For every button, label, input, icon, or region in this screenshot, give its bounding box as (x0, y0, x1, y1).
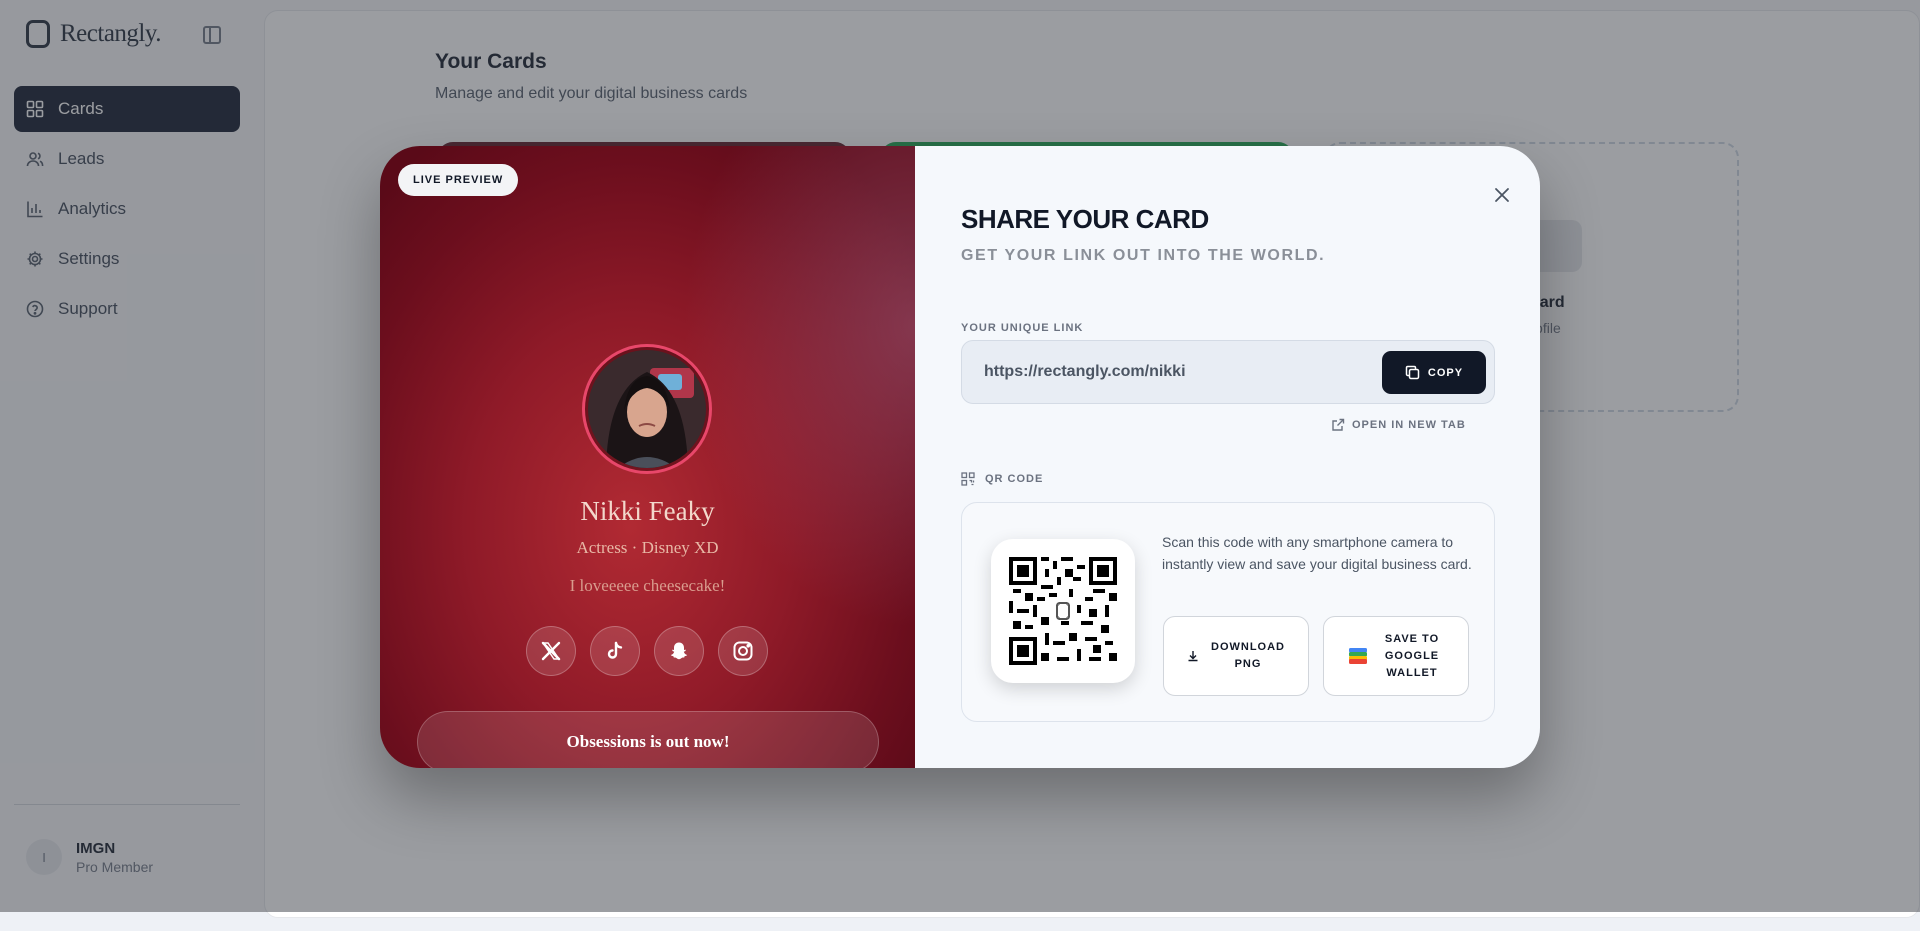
x-icon[interactable] (526, 626, 576, 676)
share-panel: SHARE YOUR CARD GET YOUR LINK OUT INTO T… (915, 146, 1540, 768)
share-modal: LIVE PREVIEW Nikki Feaky Actress · Disne… (380, 146, 1540, 768)
unique-link-label: YOUR UNIQUE LINK (961, 322, 1084, 334)
open-in-new-tab-link[interactable]: OPEN IN NEW TAB (1331, 418, 1466, 432)
qr-code-description: Scan this code with any smartphone camer… (1162, 534, 1472, 572)
profile-photo (588, 350, 706, 468)
save-to-google-wallet-label: SAVE TO GOOGLE WALLET (1384, 632, 1440, 679)
card-bio: I loveeeee cheesecake! (569, 576, 726, 595)
external-link-icon (1332, 418, 1345, 431)
tiktok-icon[interactable] (590, 626, 640, 676)
copy-icon (1405, 365, 1420, 380)
card-cta-button[interactable]: Obsessions is out now! (417, 711, 879, 768)
qr-code-panel: Scan this code with any smartphone camer… (961, 502, 1495, 722)
instagram-icon[interactable] (718, 626, 768, 676)
unique-link-value[interactable]: https://rectangly.com/nikki (984, 363, 1186, 381)
open-in-new-tab-label: OPEN IN NEW TAB (1352, 419, 1466, 431)
download-icon (1188, 651, 1198, 662)
social-links (526, 626, 768, 676)
card-role: Actress · Disney XD (576, 538, 719, 557)
download-png-label: DOWNLOAD PNG (1211, 641, 1285, 670)
close-icon[interactable] (1490, 183, 1514, 207)
save-to-google-wallet-button[interactable]: SAVE TO GOOGLE WALLET (1323, 616, 1469, 696)
qr-code-icon (961, 472, 975, 486)
download-png-button[interactable]: DOWNLOAD PNG (1163, 616, 1309, 696)
qr-code-image (991, 539, 1135, 683)
qr-code-label-text: QR CODE (985, 473, 1044, 485)
live-preview-badge: LIVE PREVIEW (398, 164, 519, 196)
card-live-preview: LIVE PREVIEW Nikki Feaky Actress · Disne… (380, 146, 915, 768)
copy-label: COPY (1427, 366, 1464, 379)
profile-photo-frame (582, 344, 712, 474)
share-subtitle: GET YOUR LINK OUT INTO THE WORLD. (961, 247, 1326, 264)
copy-button[interactable]: COPY (1382, 351, 1486, 394)
google-wallet-icon (1349, 648, 1367, 664)
qr-code-label: QR CODE (961, 472, 1043, 486)
share-title: SHARE YOUR CARD (961, 204, 1209, 234)
snapchat-icon[interactable] (654, 626, 704, 676)
unique-link-field[interactable]: https://rectangly.com/nikki COPY (961, 340, 1495, 404)
card-name: Nikki Feaky (580, 496, 715, 526)
